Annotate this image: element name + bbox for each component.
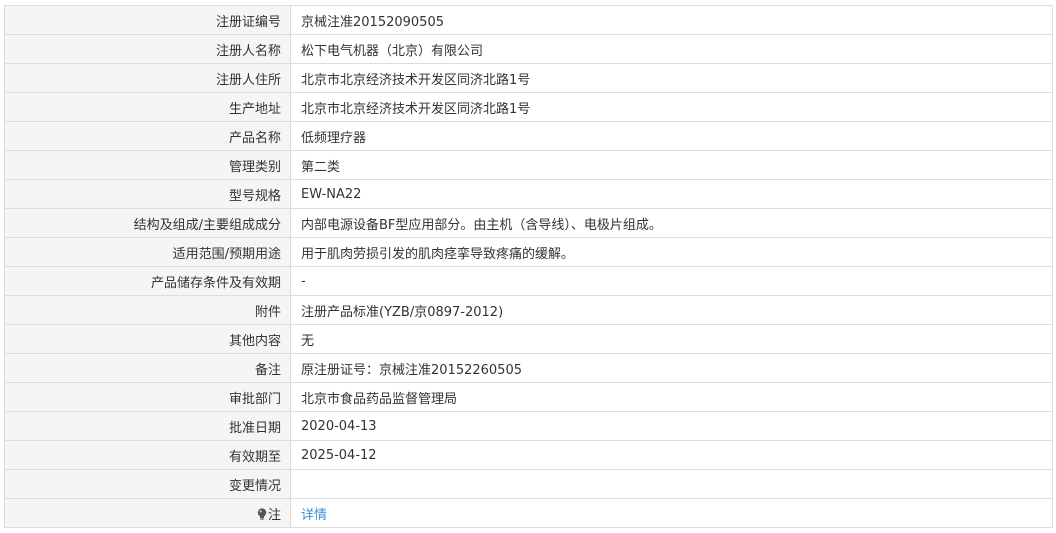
field-label: 批准日期 [4,411,291,441]
field-label: 产品名称 [4,121,291,151]
field-label: 附件 [4,295,291,325]
field-value: 2025-04-12 [290,440,1053,470]
field-label: 备注 [4,353,291,383]
field-label: 适用范围/预期用途 [4,237,291,267]
row-other-content: 其他内容 无 [4,324,1053,354]
note-label: 注 [267,507,281,523]
row-registrant-address: 注册人住所 北京市北京经济技术开发区同济北路1号 [4,63,1053,93]
row-production-address: 生产地址 北京市北京经济技术开发区同济北路1号 [4,92,1053,122]
field-value: 第二类 [290,150,1053,180]
field-value: EW-NA22 [290,179,1053,209]
registration-info-table: 注册证编号 京械注准20152090505 注册人名称 松下电气机器（北京）有限… [4,5,1053,528]
field-value: 北京市北京经济技术开发区同济北路1号 [290,92,1053,122]
field-value: 2020-04-13 [290,411,1053,441]
note-value-cell: 详情 [290,498,1053,528]
field-value: 低频理疗器 [290,121,1053,151]
field-label: 有效期至 [4,440,291,470]
row-approval-department: 审批部门 北京市食品药品监督管理局 [4,382,1053,412]
lightbulb-icon [257,507,267,521]
field-value [290,469,1053,499]
field-value: 松下电气机器（北京）有限公司 [290,34,1053,64]
field-label: 其他内容 [4,324,291,354]
field-value: 北京市食品药品监督管理局 [290,382,1053,412]
field-label: 注册证编号 [4,5,291,35]
row-scope-intended-use: 适用范围/预期用途 用于肌肉劳损引发的肌肉痉挛导致疼痛的缓解。 [4,237,1053,267]
field-label: 结构及组成/主要组成成分 [4,208,291,238]
field-value: 北京市北京经济技术开发区同济北路1号 [290,63,1053,93]
field-value: - [290,266,1053,296]
row-approval-date: 批准日期 2020-04-13 [4,411,1053,441]
field-label: 注册人住所 [4,63,291,93]
field-value: 注册产品标准(YZB/京0897-2012) [290,295,1053,325]
row-change-history: 变更情况 [4,469,1053,499]
row-structure-composition: 结构及组成/主要组成成分 内部电源设备BF型应用部分。由主机（含导线）、电极片组… [4,208,1053,238]
note-label-cell: 注 [4,498,291,528]
row-management-category: 管理类别 第二类 [4,150,1053,180]
field-label: 注册人名称 [4,34,291,64]
details-link[interactable]: 详情 [301,508,327,523]
row-remarks: 备注 原注册证号：京械注准20152260505 [4,353,1053,383]
row-registrant-name: 注册人名称 松下电气机器（北京）有限公司 [4,34,1053,64]
row-note: 注 详情 [4,498,1053,528]
field-label: 审批部门 [4,382,291,412]
row-product-name: 产品名称 低频理疗器 [4,121,1053,151]
field-value: 原注册证号：京械注准20152260505 [290,353,1053,383]
row-model-spec: 型号规格 EW-NA22 [4,179,1053,209]
field-value: 京械注准20152090505 [290,5,1053,35]
field-value: 用于肌肉劳损引发的肌肉痉挛导致疼痛的缓解。 [290,237,1053,267]
field-label: 型号规格 [4,179,291,209]
field-value: 内部电源设备BF型应用部分。由主机（含导线）、电极片组成。 [290,208,1053,238]
field-label: 管理类别 [4,150,291,180]
field-label: 变更情况 [4,469,291,499]
row-registration-number: 注册证编号 京械注准20152090505 [4,5,1053,35]
row-storage-conditions: 产品储存条件及有效期 - [4,266,1053,296]
field-value: 无 [290,324,1053,354]
field-label: 生产地址 [4,92,291,122]
row-attachments: 附件 注册产品标准(YZB/京0897-2012) [4,295,1053,325]
row-valid-until: 有效期至 2025-04-12 [4,440,1053,470]
field-label: 产品储存条件及有效期 [4,266,291,296]
